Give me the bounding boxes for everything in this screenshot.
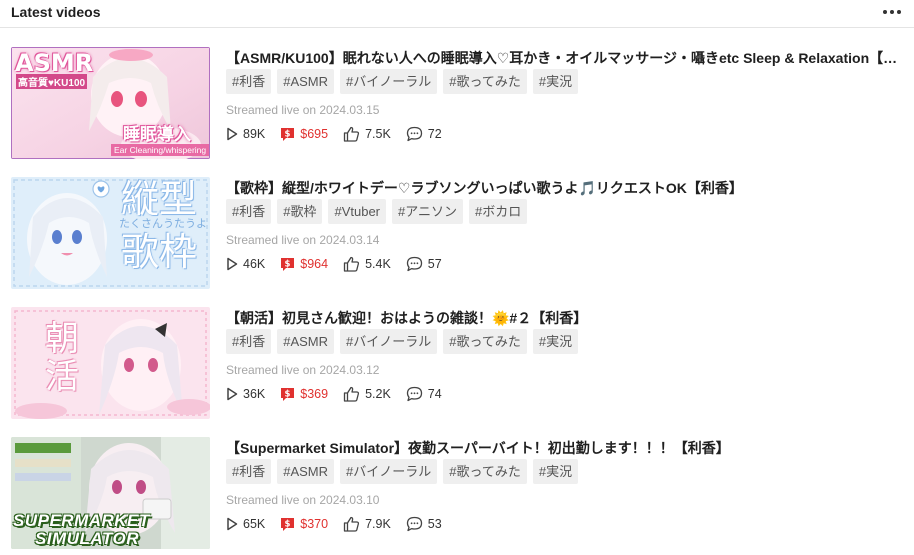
play-icon (226, 257, 238, 271)
revenue-amount: $369 (300, 387, 329, 401)
view-count: 46K (243, 257, 266, 271)
dollar-icon: $ (280, 387, 295, 402)
revenue-amount: $370 (300, 517, 329, 531)
thumb-line1: 縦型 (121, 177, 198, 221)
revenue-amount: $964 (300, 257, 329, 271)
video-thumbnail[interactable]: SUPERMARKET SIMULATOR (11, 437, 210, 549)
play-icon (226, 517, 238, 531)
tag[interactable]: #利香 (226, 459, 272, 484)
video-thumbnail[interactable]: 縦型 たくさんうたうよ 歌枠 (11, 177, 210, 289)
tag[interactable]: #利香 (226, 329, 272, 354)
comment-count: 74 (427, 387, 442, 401)
like-count: 5.2K (365, 387, 391, 401)
comment-count: 53 (427, 517, 442, 531)
thumb-line2: 歌枠 (121, 230, 198, 274)
view-count: 89K (243, 127, 266, 141)
tag[interactable]: #歌ってみた (443, 329, 527, 354)
video-item: SUPERMARKET SIMULATOR 【Supermarket Simul… (0, 0, 914, 549)
thumb-line1: 朝 (45, 320, 79, 358)
thumb-footer: Ear Cleaning/whispering (111, 144, 210, 156)
svg-text:$: $ (285, 389, 291, 399)
tag[interactable]: #歌枠 (277, 199, 323, 224)
tag[interactable]: #実況 (532, 459, 579, 484)
comment-icon (406, 516, 423, 532)
tag[interactable]: #ASMR (277, 459, 335, 484)
thumbs-up-icon (343, 516, 360, 532)
thumbs-up-icon (343, 386, 360, 402)
play-icon (226, 387, 238, 401)
video-title[interactable]: 【朝活】初見さん歓迎！おはようの雑談！🌞#２【利香】 (226, 308, 914, 328)
tag[interactable]: #実況 (532, 329, 579, 354)
play-icon (226, 127, 238, 141)
like-count: 7.9K (365, 517, 391, 531)
thumb-line2: SIMULATOR (35, 529, 139, 548)
stream-date: Streamed live on 2024.03.12 (226, 363, 380, 377)
tag-list: #利香 #ASMR #バイノーラル #歌ってみた #実況 (226, 459, 579, 484)
tag[interactable]: #バイノーラル (340, 329, 438, 354)
revenue-amount: $695 (300, 127, 329, 141)
svg-text:$: $ (285, 259, 291, 269)
svg-text:$: $ (285, 129, 291, 139)
tag[interactable]: #歌ってみた (443, 459, 527, 484)
video-stats: 36K $ $369 5.2K 74 (226, 385, 457, 403)
dollar-icon: $ (280, 257, 295, 272)
video-stats: 46K $ $964 5.4K 57 (226, 255, 457, 273)
tag[interactable]: #ASMR (277, 329, 335, 354)
video-title[interactable]: 【歌枠】縦型/ホワイトデー♡ラブソングいっぱい歌うよ🎵リクエストOK【利香】 (226, 178, 914, 198)
comment-icon (406, 256, 423, 272)
thumb-line1: SUPERMARKET (13, 511, 150, 530)
tag[interactable]: #Vtuber (328, 199, 387, 224)
like-count: 5.4K (365, 257, 391, 271)
tag[interactable]: #アニソン (392, 199, 463, 224)
tag-list: #利香 #歌枠 #Vtuber #アニソン #ボカロ (226, 199, 528, 224)
svg-text:$: $ (285, 519, 291, 529)
view-count: 36K (243, 387, 266, 401)
dollar-icon: $ (280, 127, 295, 142)
comment-icon (406, 126, 423, 142)
stream-date: Streamed live on 2024.03.14 (226, 233, 380, 247)
video-title[interactable]: 【Supermarket Simulator】夜勤スーパーバイト！初出勤します！… (226, 438, 914, 458)
dollar-icon: $ (280, 517, 295, 532)
video-thumbnail[interactable]: 朝 活 (11, 307, 210, 419)
stream-date: Streamed live on 2024.03.10 (226, 493, 380, 507)
tag[interactable]: #利香 (226, 199, 272, 224)
video-stats: 65K $ $370 7.9K 53 (226, 515, 457, 533)
view-count: 65K (243, 517, 266, 531)
thumb-line2: 活 (45, 358, 79, 396)
like-count: 7.5K (365, 127, 391, 141)
thumbs-up-icon (343, 256, 360, 272)
thumbs-up-icon (343, 126, 360, 142)
thumb-subtitle: たくさんうたうよ (119, 218, 207, 230)
video-stats: 89K $ $695 7.5K 72 (226, 125, 457, 143)
comment-count: 72 (427, 127, 442, 141)
tag[interactable]: #ボカロ (469, 199, 528, 224)
thumb-caption: 睡眠導入 (123, 125, 191, 144)
tag-list: #利香 #ASMR #バイノーラル #歌ってみた #実況 (226, 329, 579, 354)
comment-icon (406, 386, 423, 402)
tag[interactable]: #バイノーラル (340, 459, 438, 484)
comment-count: 57 (427, 257, 442, 271)
